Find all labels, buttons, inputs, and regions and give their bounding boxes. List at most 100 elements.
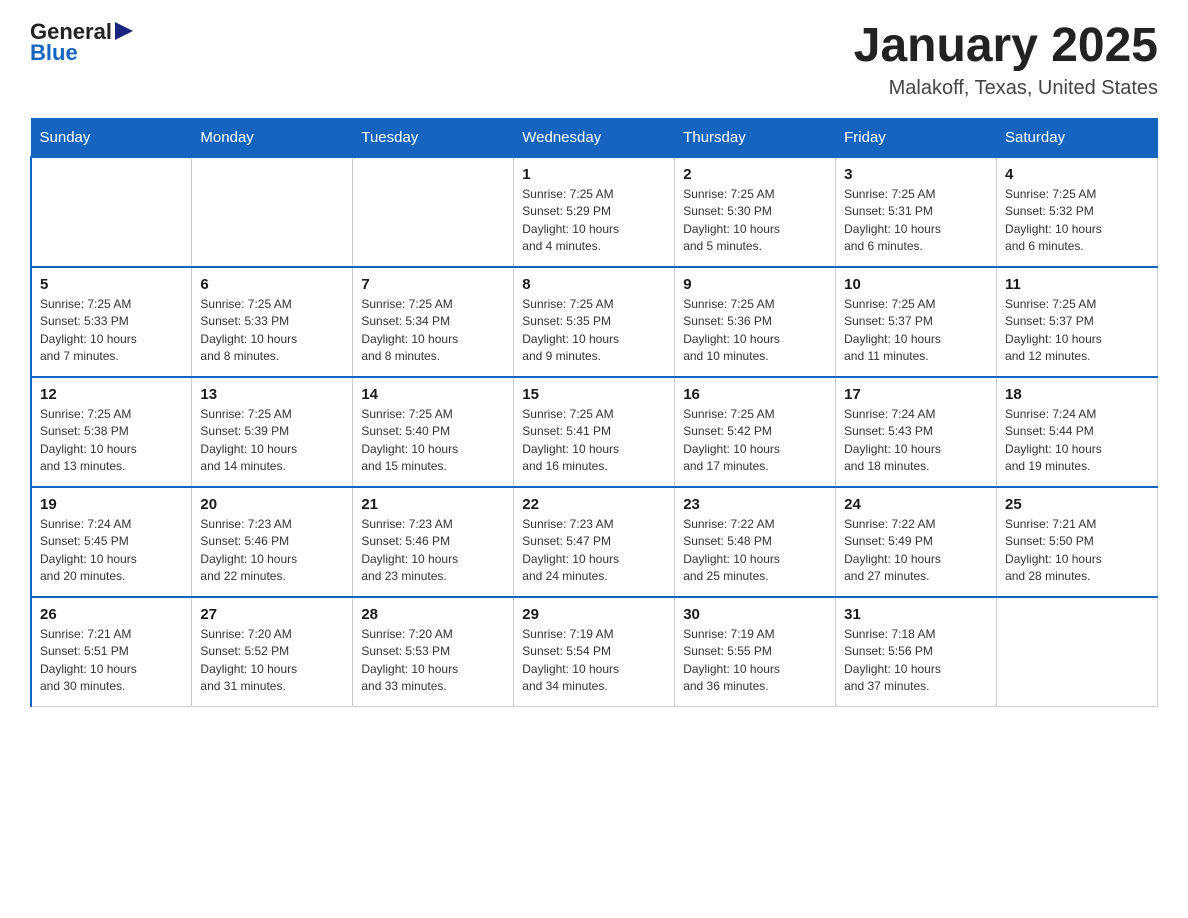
calendar-cell: 28 Sunrise: 7:20 AM Sunset: 5:53 PM Dayli… <box>353 597 514 707</box>
page-header: General Blue January 2025 Malakoff, Texa… <box>30 20 1158 100</box>
calendar-header-row: SundayMondayTuesdayWednesdayThursdayFrid… <box>31 118 1158 157</box>
day-number: 15 <box>522 386 666 403</box>
calendar-cell: 5Sunrise: 7:25 AM Sunset: 5:33 PM Daylig… <box>31 267 192 377</box>
day-number: 5 <box>40 276 183 293</box>
day-info: Sunrise: 7:25 AM Sunset: 5:42 PM Dayligh… <box>683 406 827 476</box>
day-info: Sunrise: 7:25 AM Sunset: 5:38 PM Dayligh… <box>40 406 183 476</box>
day-number: 28 <box>361 606 505 623</box>
day-info: Sunrise: 7:19 AM Sunset: 5:55 PM Dayligh… <box>683 626 827 696</box>
day-number: 18 <box>1005 386 1149 403</box>
day-info: Sunrise: 7:25 AM Sunset: 5:35 PM Dayligh… <box>522 296 666 366</box>
day-number: 11 <box>1005 276 1149 293</box>
day-number: 20 <box>200 496 344 513</box>
calendar-cell: 2Sunrise: 7:25 AM Sunset: 5:30 PM Daylig… <box>675 157 836 267</box>
day-info: Sunrise: 7:20 AM Sunset: 5:53 PM Dayligh… <box>361 626 505 696</box>
day-info: Sunrise: 7:25 AM Sunset: 5:36 PM Dayligh… <box>683 296 827 366</box>
calendar-cell: 3 Sunrise: 7:25 AM Sunset: 5:31 PM Daylig… <box>836 157 997 267</box>
day-number: 22 <box>522 496 666 513</box>
day-info: Sunrise: 7:25 AM Sunset: 5:41 PM Dayligh… <box>522 406 666 476</box>
day-info: Sunrise: 7:23 AM Sunset: 5:46 PM Dayligh… <box>200 516 344 586</box>
calendar-cell <box>31 157 192 267</box>
day-info: Sunrise: 7:18 AM Sunset: 5:56 PM Dayligh… <box>844 626 988 696</box>
day-number: 30 <box>683 606 827 623</box>
day-number: 3 <box>844 166 988 183</box>
week-row-5: 26 Sunrise: 7:21 AM Sunset: 5:51 PM Dayli… <box>31 597 1158 707</box>
day-number: 24 <box>844 496 988 513</box>
calendar-table: SundayMondayTuesdayWednesdayThursdayFrid… <box>30 118 1158 708</box>
day-info: Sunrise: 7:25 AM Sunset: 5:32 PM Dayligh… <box>1005 186 1149 256</box>
day-number: 13 <box>200 386 344 403</box>
day-number: 21 <box>361 496 505 513</box>
day-number: 23 <box>683 496 827 513</box>
day-info: Sunrise: 7:25 AM Sunset: 5:39 PM Dayligh… <box>200 406 344 476</box>
calendar-cell: 22 Sunrise: 7:23 AM Sunset: 5:47 PM Dayli… <box>514 487 675 597</box>
calendar-cell: 30 Sunrise: 7:19 AM Sunset: 5:55 PM Dayli… <box>675 597 836 707</box>
week-row-1: 1 Sunrise: 7:25 AM Sunset: 5:29 PM Daylig… <box>31 157 1158 267</box>
calendar-cell: 7 Sunrise: 7:25 AM Sunset: 5:34 PM Daylig… <box>353 267 514 377</box>
day-info: Sunrise: 7:22 AM Sunset: 5:48 PM Dayligh… <box>683 516 827 586</box>
week-row-3: 12 Sunrise: 7:25 AM Sunset: 5:38 PM Dayli… <box>31 377 1158 487</box>
day-number: 19 <box>40 496 183 513</box>
calendar-cell: 21Sunrise: 7:23 AM Sunset: 5:46 PM Dayli… <box>353 487 514 597</box>
col-header-wednesday: Wednesday <box>514 118 675 157</box>
day-info: Sunrise: 7:25 AM Sunset: 5:37 PM Dayligh… <box>844 296 988 366</box>
calendar-title: January 2025 <box>854 20 1158 73</box>
calendar-cell: 12 Sunrise: 7:25 AM Sunset: 5:38 PM Dayli… <box>31 377 192 487</box>
calendar-cell <box>353 157 514 267</box>
day-number: 9 <box>683 276 827 293</box>
calendar-cell: 15 Sunrise: 7:25 AM Sunset: 5:41 PM Dayli… <box>514 377 675 487</box>
logo: General Blue <box>30 20 133 65</box>
col-header-thursday: Thursday <box>675 118 836 157</box>
calendar-cell: 14Sunrise: 7:25 AM Sunset: 5:40 PM Dayli… <box>353 377 514 487</box>
calendar-cell: 24Sunrise: 7:22 AM Sunset: 5:49 PM Dayli… <box>836 487 997 597</box>
day-info: Sunrise: 7:20 AM Sunset: 5:52 PM Dayligh… <box>200 626 344 696</box>
day-number: 7 <box>361 276 505 293</box>
week-row-4: 19 Sunrise: 7:24 AM Sunset: 5:45 PM Dayli… <box>31 487 1158 597</box>
day-info: Sunrise: 7:19 AM Sunset: 5:54 PM Dayligh… <box>522 626 666 696</box>
calendar-cell: 11 Sunrise: 7:25 AM Sunset: 5:37 PM Dayli… <box>997 267 1158 377</box>
calendar-cell: 29 Sunrise: 7:19 AM Sunset: 5:54 PM Dayli… <box>514 597 675 707</box>
day-info: Sunrise: 7:25 AM Sunset: 5:34 PM Dayligh… <box>361 296 505 366</box>
day-info: Sunrise: 7:24 AM Sunset: 5:45 PM Dayligh… <box>40 516 183 586</box>
day-info: Sunrise: 7:23 AM Sunset: 5:47 PM Dayligh… <box>522 516 666 586</box>
calendar-cell: 31 Sunrise: 7:18 AM Sunset: 5:56 PM Dayli… <box>836 597 997 707</box>
day-number: 16 <box>683 386 827 403</box>
day-number: 12 <box>40 386 183 403</box>
day-number: 6 <box>200 276 344 293</box>
day-info: Sunrise: 7:25 AM Sunset: 5:33 PM Dayligh… <box>200 296 344 366</box>
calendar-cell: 27Sunrise: 7:20 AM Sunset: 5:52 PM Dayli… <box>192 597 353 707</box>
col-header-tuesday: Tuesday <box>353 118 514 157</box>
day-number: 8 <box>522 276 666 293</box>
day-number: 1 <box>522 166 666 183</box>
title-block: January 2025 Malakoff, Texas, United Sta… <box>854 20 1158 100</box>
calendar-cell: 26 Sunrise: 7:21 AM Sunset: 5:51 PM Dayli… <box>31 597 192 707</box>
day-info: Sunrise: 7:21 AM Sunset: 5:50 PM Dayligh… <box>1005 516 1149 586</box>
day-number: 14 <box>361 386 505 403</box>
calendar-cell: 23 Sunrise: 7:22 AM Sunset: 5:48 PM Dayli… <box>675 487 836 597</box>
logo-blue: Blue <box>30 41 78 65</box>
calendar-cell: 19 Sunrise: 7:24 AM Sunset: 5:45 PM Dayli… <box>31 487 192 597</box>
calendar-cell <box>192 157 353 267</box>
day-number: 26 <box>40 606 183 623</box>
calendar-subtitle: Malakoff, Texas, United States <box>854 77 1158 100</box>
day-number: 25 <box>1005 496 1149 513</box>
day-number: 31 <box>844 606 988 623</box>
day-info: Sunrise: 7:25 AM Sunset: 5:30 PM Dayligh… <box>683 186 827 256</box>
col-header-saturday: Saturday <box>997 118 1158 157</box>
day-info: Sunrise: 7:25 AM Sunset: 5:29 PM Dayligh… <box>522 186 666 256</box>
day-number: 29 <box>522 606 666 623</box>
day-info: Sunrise: 7:25 AM Sunset: 5:37 PM Dayligh… <box>1005 296 1149 366</box>
day-info: Sunrise: 7:21 AM Sunset: 5:51 PM Dayligh… <box>40 626 183 696</box>
day-info: Sunrise: 7:25 AM Sunset: 5:31 PM Dayligh… <box>844 186 988 256</box>
calendar-cell: 6 Sunrise: 7:25 AM Sunset: 5:33 PM Daylig… <box>192 267 353 377</box>
calendar-cell: 18Sunrise: 7:24 AM Sunset: 5:44 PM Dayli… <box>997 377 1158 487</box>
calendar-cell: 9 Sunrise: 7:25 AM Sunset: 5:36 PM Daylig… <box>675 267 836 377</box>
calendar-cell: 13 Sunrise: 7:25 AM Sunset: 5:39 PM Dayli… <box>192 377 353 487</box>
day-number: 17 <box>844 386 988 403</box>
calendar-cell: 8 Sunrise: 7:25 AM Sunset: 5:35 PM Daylig… <box>514 267 675 377</box>
col-header-friday: Friday <box>836 118 997 157</box>
calendar-cell: 4Sunrise: 7:25 AM Sunset: 5:32 PM Daylig… <box>997 157 1158 267</box>
week-row-2: 5 Sunrise: 7:25 AM Sunset: 5:33 PM Daylig… <box>31 267 1158 377</box>
calendar-cell: 25 Sunrise: 7:21 AM Sunset: 5:50 PM Dayli… <box>997 487 1158 597</box>
calendar-cell: 1 Sunrise: 7:25 AM Sunset: 5:29 PM Daylig… <box>514 157 675 267</box>
